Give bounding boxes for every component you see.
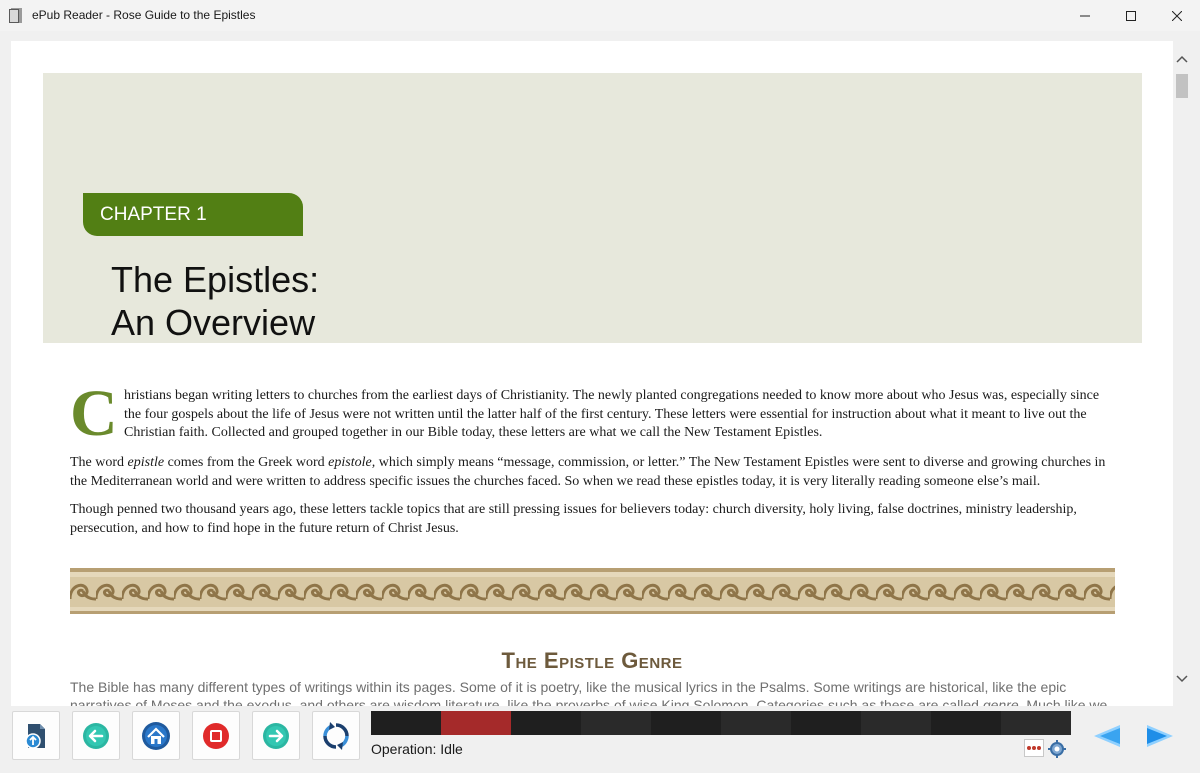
maximize-button[interactable] <box>1108 0 1154 31</box>
refresh-icon <box>323 721 349 750</box>
open-file-icon <box>25 723 45 749</box>
scroll-up-arrow-icon[interactable] <box>1176 55 1188 63</box>
progress-segment[interactable] <box>511 711 581 735</box>
vertical-scrollbar[interactable] <box>1173 41 1191 706</box>
next-page-button[interactable] <box>1140 713 1180 759</box>
progress-segment[interactable] <box>861 711 931 735</box>
drop-cap: C <box>70 377 118 450</box>
chapter-title-line1: The Epistles: <box>111 259 320 300</box>
window-title: ePub Reader - Rose Guide to the Epistles <box>32 8 256 22</box>
section-heading: The Epistle Genre <box>501 648 683 673</box>
paragraph-1: C hristians began writing letters to chu… <box>70 381 1115 447</box>
progress-segment[interactable] <box>651 711 721 735</box>
refresh-button[interactable] <box>312 711 360 760</box>
chapter-progress-strip[interactable] <box>371 711 1071 735</box>
progress-segment[interactable] <box>371 711 441 735</box>
section-text-a: The Bible has many different types of wr… <box>70 679 1067 706</box>
open-file-button[interactable] <box>12 711 60 760</box>
section-text-emphasis: genre <box>982 697 1019 706</box>
section-paragraph: The Bible has many different types of wr… <box>70 678 1115 706</box>
progress-segment[interactable] <box>931 711 1001 735</box>
progress-segment[interactable] <box>721 711 791 735</box>
arrow-left-circle-icon <box>83 722 109 749</box>
progress-segment[interactable] <box>791 711 861 735</box>
maximize-icon <box>1126 10 1136 21</box>
scroll-thumb[interactable] <box>1176 74 1188 98</box>
stop-button[interactable] <box>192 711 240 760</box>
decorative-border-image <box>70 568 1115 614</box>
progress-segment[interactable] <box>441 711 511 735</box>
book-app-icon <box>9 8 22 23</box>
operation-status: Operation: Idle <box>371 741 463 757</box>
progress-segment[interactable] <box>581 711 651 735</box>
section-text-b: . Much like we <box>1018 697 1108 706</box>
title-bar: ePub Reader - Rose Guide to the Epistles <box>0 0 1200 31</box>
paragraph-2-emphasis-2: epistole, <box>328 455 376 470</box>
home-icon <box>142 721 170 750</box>
stop-icon <box>203 722 229 749</box>
previous-page-button[interactable] <box>1087 713 1127 759</box>
paragraph-3: Though penned two thousand years ago, th… <box>70 502 1077 536</box>
minimize-button[interactable] <box>1062 0 1108 31</box>
more-dots-icon <box>1027 746 1041 750</box>
paragraph-2-text-a: The word <box>70 455 128 470</box>
forward-button[interactable] <box>252 711 300 760</box>
gear-icon <box>1048 739 1066 758</box>
arrow-right-icon <box>1147 725 1173 747</box>
paragraph-2-text-b: comes from the Greek word <box>164 455 329 470</box>
arrow-right-circle-icon <box>263 722 289 749</box>
chapter-title-line2: An Overview <box>111 302 316 343</box>
paragraph-1-text: hristians began writing letters to churc… <box>124 388 1100 440</box>
progress-segment[interactable] <box>1001 711 1071 735</box>
close-icon <box>1172 10 1182 21</box>
home-button[interactable] <box>132 711 180 760</box>
arrow-left-icon <box>1094 725 1120 747</box>
chapter-title: The Epistles: An Overview <box>111 258 319 344</box>
paragraph-2: The word epistle comes from the Greek wo… <box>70 454 1115 491</box>
reader-content[interactable]: CHAPTER 1 The Epistles: An Overview C hr… <box>11 41 1173 706</box>
close-button[interactable] <box>1154 0 1200 31</box>
chapter-banner: CHAPTER 1 The Epistles: An Overview <box>43 73 1142 343</box>
chapter-label: CHAPTER 1 <box>83 193 303 236</box>
back-button[interactable] <box>72 711 120 760</box>
paragraph-2-emphasis-1: epistle <box>127 455 165 470</box>
settings-button[interactable] <box>1047 739 1067 758</box>
scroll-down-arrow-icon[interactable] <box>1176 675 1188 683</box>
more-options-button[interactable] <box>1024 739 1044 757</box>
minimize-icon <box>1080 15 1090 16</box>
